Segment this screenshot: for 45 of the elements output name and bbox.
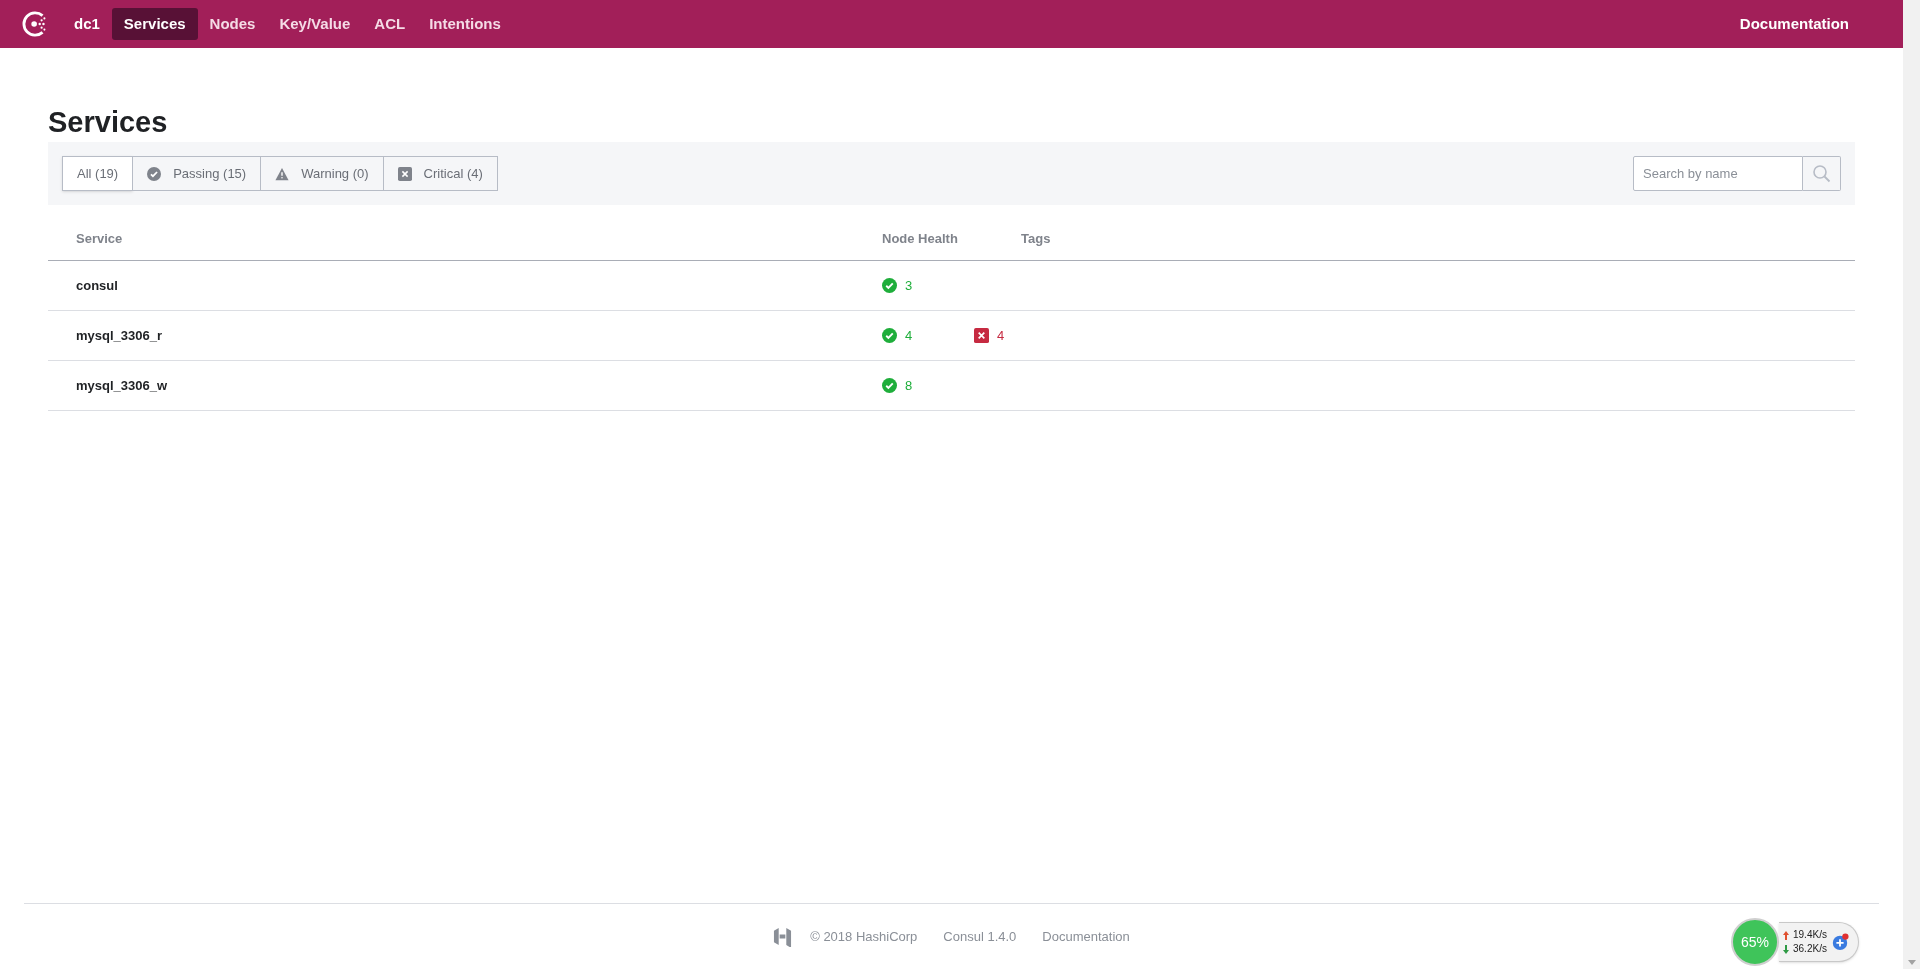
health-count: 4 (882, 325, 974, 346)
column-header: Service (76, 230, 124, 248)
warning-icon (275, 166, 290, 181)
hashicorp-logo-icon (773, 926, 793, 947)
search-button[interactable] (1803, 156, 1841, 191)
footer-documentation-link[interactable]: Documentation (1042, 926, 1130, 947)
health-count: 8 (882, 375, 974, 396)
column-header: Node Health (882, 230, 959, 248)
copyright-text: © 2018 HashiCorp (810, 927, 918, 946)
nav-tab[interactable]: Key/Value (267, 7, 363, 41)
check-circle-icon (882, 278, 897, 293)
service-name-link[interactable]: mysql_3306_w (76, 375, 882, 396)
upload-speed: 19.4K/s (1793, 928, 1827, 942)
filter-tab[interactable]: Passing (15) (133, 156, 262, 191)
page-title: Services (48, 105, 169, 140)
health-count: 4 (974, 325, 1066, 346)
check-circle-icon (882, 328, 897, 343)
health-count: 3 (882, 275, 974, 296)
nav-tab[interactable]: Services (111, 7, 198, 41)
datacenter-link[interactable]: dc1 (62, 7, 112, 41)
scroll-down-arrow-icon[interactable] (1907, 960, 1916, 965)
x-square-icon (397, 166, 412, 181)
download-speed: 36.2K/s (1793, 942, 1827, 956)
arrow-up-icon (1783, 930, 1789, 940)
filter-tab[interactable]: Warning (0) (261, 156, 384, 191)
nav-tab[interactable]: Nodes (197, 7, 268, 41)
check-circle-icon (147, 166, 162, 181)
documentation-link[interactable]: Documentation (1727, 7, 1861, 41)
service-name-link[interactable]: consul (76, 275, 882, 296)
x-square-icon (974, 328, 989, 343)
service-name-link[interactable]: mysql_3306_r (76, 325, 882, 346)
nav-tab[interactable]: ACL (362, 7, 418, 41)
filter-tab[interactable]: All (19) (62, 156, 134, 191)
filter-tab[interactable]: Critical (4) (383, 156, 498, 191)
percent-gauge: 65% (1731, 918, 1779, 966)
check-circle-icon (882, 378, 897, 393)
search-icon[interactable] (1811, 163, 1832, 184)
version-link[interactable]: Consul 1.4.0 (943, 926, 1017, 947)
arrow-down-icon (1783, 944, 1789, 954)
nav-tab[interactable]: Intentions (417, 7, 513, 41)
search-field[interactable]: Search by name (1633, 156, 1803, 191)
scrollbar[interactable] (1903, 0, 1920, 969)
column-header: Tags (1021, 230, 1051, 248)
plus-icon[interactable] (1830, 933, 1849, 951)
network-speed-widget[interactable]: 19.4K/s 36.2K/s (1779, 922, 1859, 962)
